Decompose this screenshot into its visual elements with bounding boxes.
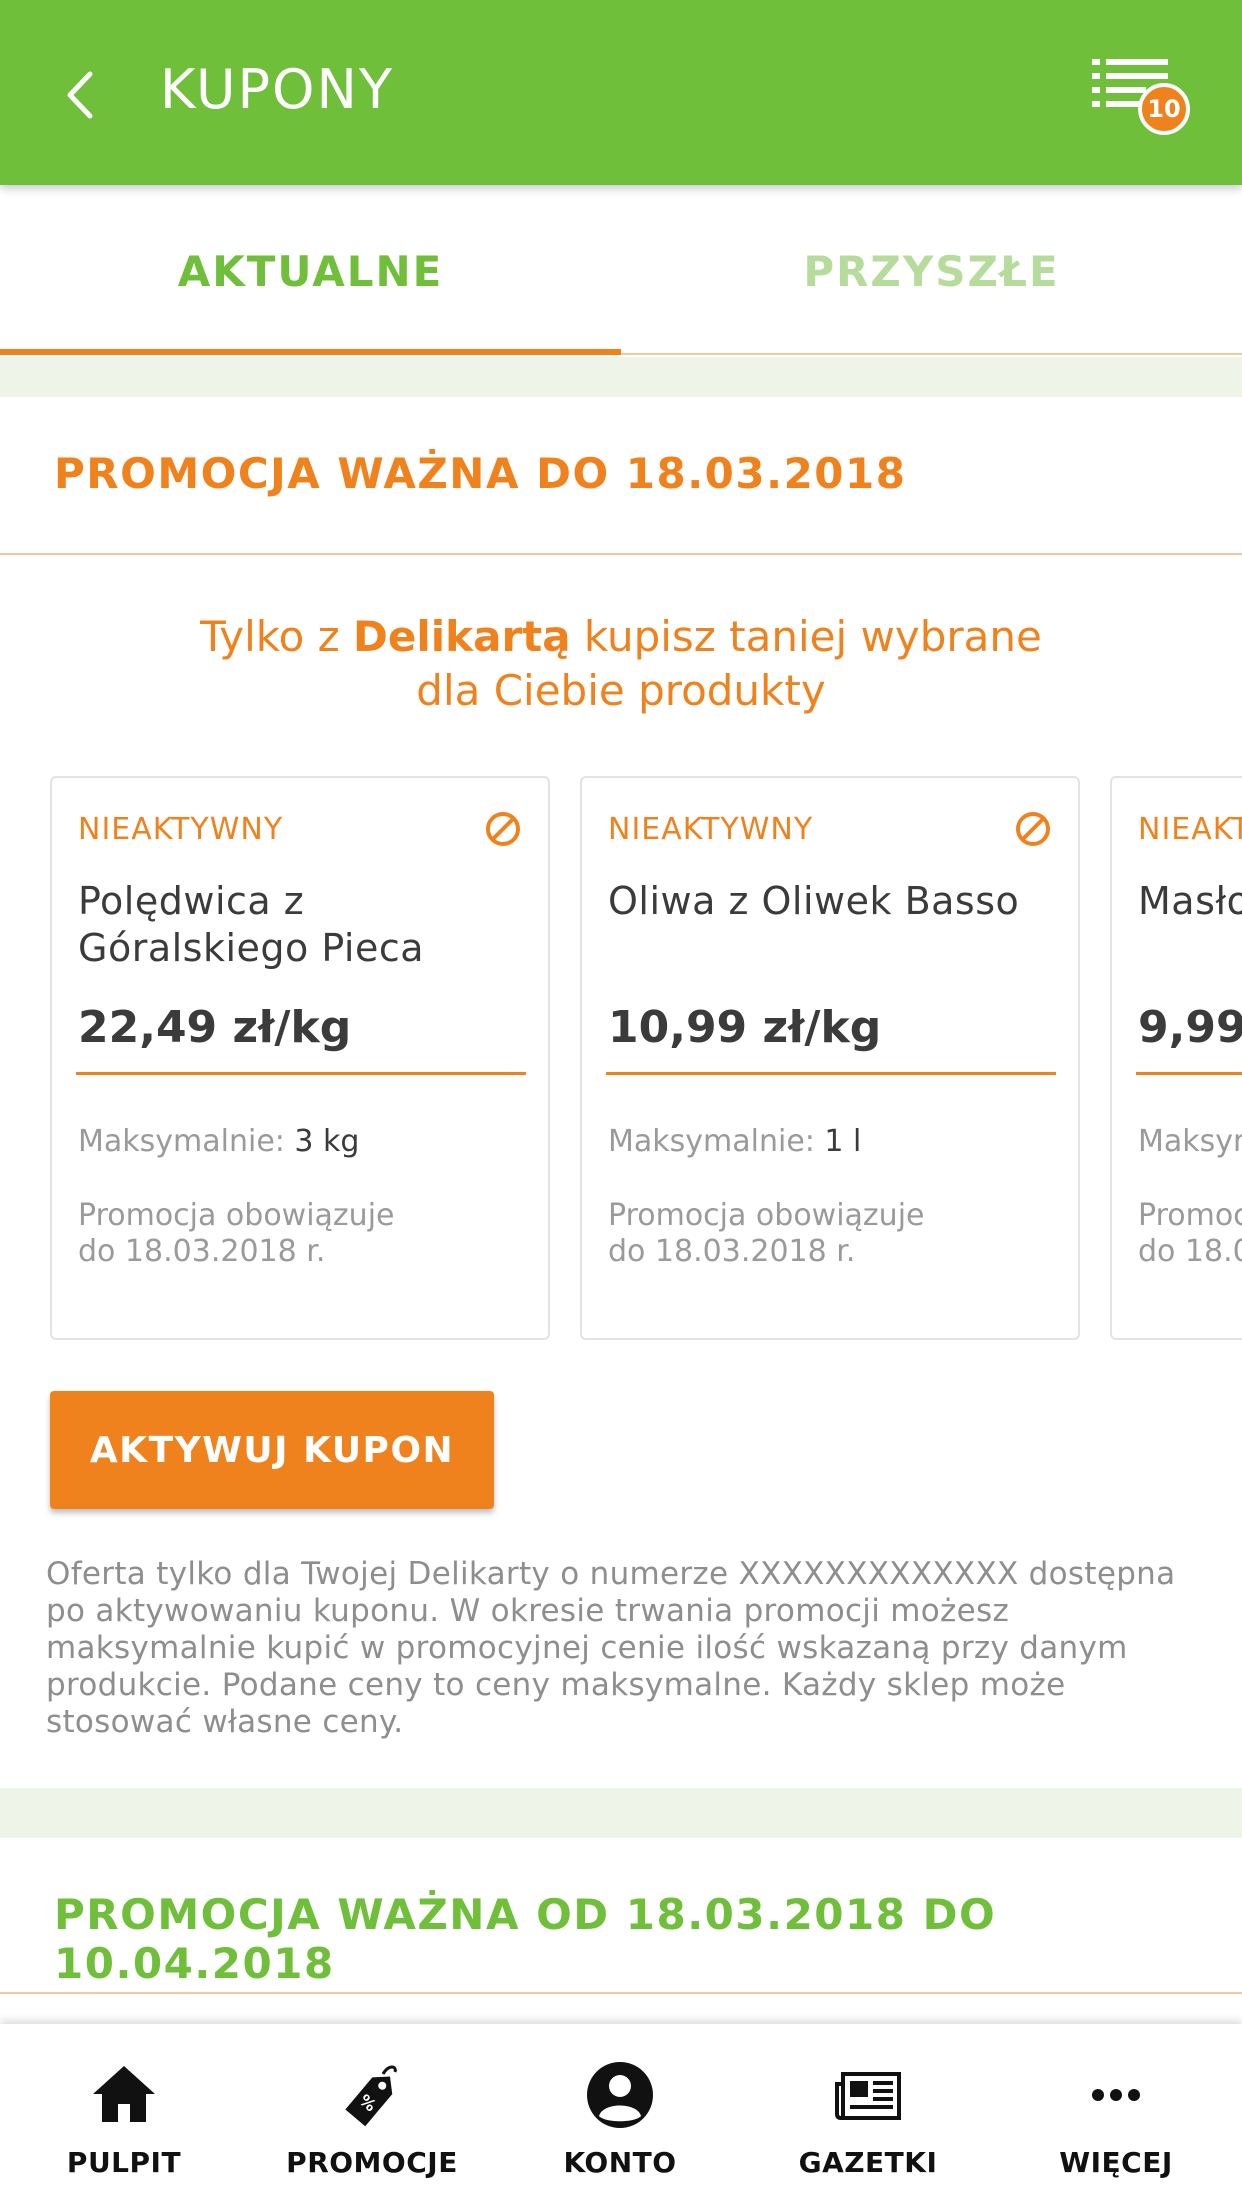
coupon-validity: Promocja obowiązujedo 18.03.2018 r.	[78, 1198, 518, 1270]
account-icon	[587, 2062, 653, 2128]
section-divider	[0, 1992, 1242, 1994]
back-button[interactable]	[50, 60, 110, 130]
validity-line1: Promocja obowiązuje	[608, 1198, 925, 1233]
nav-item-leaflets[interactable]: GAZETKI	[744, 2024, 992, 2208]
nav-label: KONTO	[563, 2146, 677, 2179]
section-divider	[0, 553, 1242, 555]
coupon-max-quantity: Maksymalnie:	[1138, 1124, 1242, 1159]
price-underline	[1136, 1072, 1242, 1075]
inactive-icon	[1016, 812, 1050, 846]
intro-suffix: kupisz taniej wybrane	[570, 612, 1042, 661]
coupon-card[interactable]: NIEAKTYWNY Oliwa z Oliwek Basso 10,99 zł…	[580, 776, 1080, 1340]
offer-disclaimer: Oferta tylko dla Twojej Delikarty o nume…	[46, 1556, 1176, 1740]
coupon-card-clip: NIEAKTYWNY Masło 9,99 Maksymalnie: Promo…	[1110, 776, 1242, 1340]
active-tab-indicator	[0, 349, 621, 355]
coupon-validity: Promocja obowiązujedo 18.03.2018 r.	[608, 1198, 1048, 1270]
home-icon	[93, 2066, 155, 2122]
max-label: Maksymalnie:	[1138, 1124, 1242, 1159]
validity-line2: do 18.03.2018 r.	[1138, 1234, 1242, 1269]
chevron-left-icon	[67, 71, 93, 119]
bottom-navigation: PULPIT % PROMOCJE KONTO GAZETKI WIĘCEJ	[0, 2024, 1242, 2208]
coupon-max-quantity: Maksymalnie: 3 kg	[78, 1124, 359, 1159]
coupon-product-name: Masło	[1138, 879, 1242, 923]
more-icon	[1092, 2089, 1140, 2101]
coupon-status: NIEAKTYWNY	[78, 812, 284, 847]
coupon-price: 9,99	[1138, 1002, 1242, 1053]
coupon-status: NIEAKTYWNY	[1138, 812, 1242, 847]
nav-item-account[interactable]: KONTO	[496, 2024, 744, 2208]
coupon-price: 22,49 zł/kg	[78, 1002, 352, 1053]
coupon-max-quantity: Maksymalnie: 1 l	[608, 1124, 861, 1159]
tab-current[interactable]: AKTUALNE	[0, 185, 621, 357]
coupon-price: 10,99 zł/kg	[608, 1002, 882, 1053]
intro-prefix: Tylko z	[200, 612, 354, 661]
max-value: 3 kg	[294, 1124, 360, 1159]
coupon-product-name: Oliwa z Oliwek Basso	[608, 879, 1020, 923]
tab-bar: AKTUALNE PRZYSZŁE	[0, 185, 1242, 357]
app-bar: KUPONY 10	[0, 0, 1242, 185]
section-spacer	[0, 357, 1242, 397]
coupon-card[interactable]: NIEAKTYWNY Masło 9,99 Maksymalnie: Promo…	[1110, 776, 1242, 1340]
price-underline	[606, 1072, 1056, 1075]
nav-item-more[interactable]: WIĘCEJ	[992, 2024, 1240, 2208]
activate-coupon-button[interactable]: AKTYWUJ KUPON	[50, 1391, 494, 1509]
coupon-product-name: Polędwica z Góralskiego Pieca	[78, 879, 425, 970]
nav-label: PROMOCJE	[286, 2146, 458, 2179]
max-label: Maksymalnie:	[608, 1124, 825, 1159]
nav-item-promotions[interactable]: % PROMOCJE	[248, 2024, 496, 2208]
tab-divider	[621, 353, 1242, 355]
page-title: KUPONY	[160, 58, 394, 121]
validity-line2: do 18.03.2018 r.	[608, 1234, 856, 1269]
promo-section-title: PROMOCJA WAŻNA DO 18.03.2018	[54, 449, 907, 498]
coupon-card[interactable]: NIEAKTYWNY Polędwica z Góralskiego Pieca…	[50, 776, 550, 1340]
validity-line1: Promocja obowiązuje	[78, 1198, 395, 1233]
nav-item-dashboard[interactable]: PULPIT	[0, 2024, 248, 2208]
intro-brand: Delikartą	[353, 612, 571, 661]
nav-label: WIĘCEJ	[1059, 2146, 1173, 2179]
section-spacer	[0, 1788, 1242, 1838]
newspaper-icon	[835, 2072, 901, 2120]
nav-label: PULPIT	[66, 2146, 182, 2179]
tab-upcoming[interactable]: PRZYSZŁE	[621, 185, 1242, 357]
coupon-status: NIEAKTYWNY	[608, 812, 814, 847]
intro-line2: dla Ciebie produkty	[416, 666, 826, 715]
coupon-count-badge: 10	[1138, 83, 1190, 135]
max-label: Maksymalnie:	[78, 1124, 295, 1159]
price-underline	[76, 1072, 526, 1075]
max-value: 1 l	[824, 1124, 862, 1159]
inactive-icon	[486, 812, 520, 846]
coupon-validity: Promocja obowiązujedo 18.03.2018 r.	[1138, 1198, 1242, 1270]
promo-section-title: PROMOCJA WAŻNA OD 18.03.2018 DO 10.04.20…	[54, 1890, 997, 1988]
validity-line2: do 18.03.2018 r.	[78, 1234, 326, 1269]
promo-intro-text: Tylko z Delikartą kupisz taniej wybrane …	[0, 610, 1242, 718]
validity-line1: Promocja obowiązuje	[1138, 1198, 1242, 1233]
price-tag-icon: %	[345, 2065, 397, 2127]
coupon-list-button[interactable]: 10	[1090, 55, 1200, 145]
nav-label: GAZETKI	[798, 2146, 938, 2179]
